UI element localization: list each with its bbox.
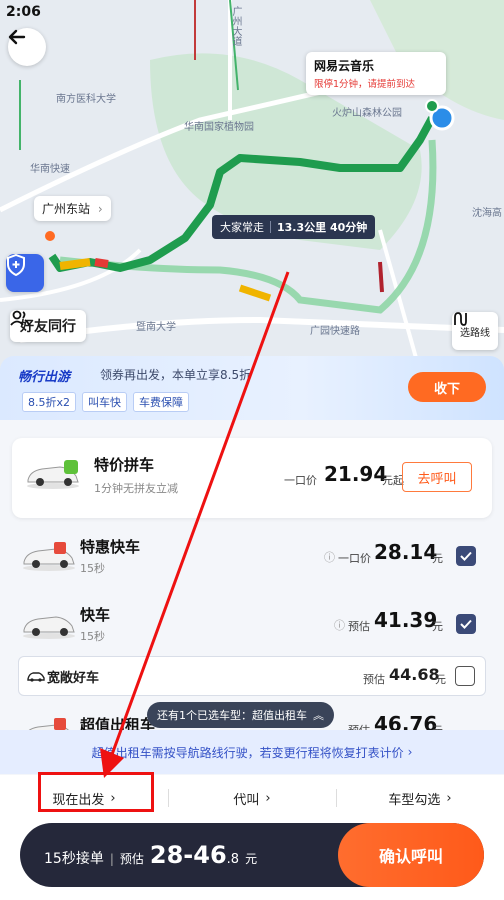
chevron-right-icon: › <box>407 745 413 759</box>
map-place: 华南快速 <box>30 164 70 175</box>
promo-tag: 叫车快 <box>82 392 128 412</box>
check-icon <box>460 551 472 561</box>
price-value: 21.94 <box>324 462 388 486</box>
pickup-time: 15秒接单 <box>44 851 104 867</box>
car-name: 特价拼车 <box>94 456 155 474</box>
price-unit: 元 <box>432 620 443 633</box>
chevron-right-icon: › <box>97 202 103 216</box>
friends-together-button[interactable]: 好友同行 <box>10 310 86 342</box>
car-option-spacious[interactable]: 宽敞好车 预估 44.68 元 <box>18 656 486 696</box>
route-tip-detail: 13.3公里 40分钟 <box>277 221 368 234</box>
taxi-notice[interactable]: 超值出租车需按导航路线行驶，若变更行程将恢复打表计价 › <box>0 730 504 774</box>
map-place: 广园快速路 <box>310 326 360 337</box>
chevron-right-icon: › <box>446 790 452 806</box>
info-icon[interactable]: ⓘ <box>334 617 345 633</box>
price-unit: 元 <box>432 552 443 565</box>
promo-banner[interactable]: 畅行出游 领券再出发，本单立享8.5折 8.5折x2 叫车快 车费保障 收下 <box>0 356 504 420</box>
price-range-unit: 元 <box>245 852 258 866</box>
price-unit: 元起 <box>382 474 404 487</box>
car-outline-icon <box>27 672 45 682</box>
map-place: 暨南大学 <box>136 322 176 333</box>
call-bar: 15秒接单 | 预估 28-46 .8 元 确认呼叫 <box>20 823 484 887</box>
safety-shield-button[interactable] <box>6 254 44 292</box>
price-range: 28-46 <box>149 841 227 869</box>
chevron-up-icon: ︽ <box>313 709 324 722</box>
car-select-label: 车型勾选 <box>388 792 441 808</box>
car-icon <box>27 460 79 489</box>
proxy-call-option[interactable]: 代叫 › <box>168 775 336 821</box>
car-checkbox[interactable] <box>455 666 475 686</box>
collect-coupon-button[interactable]: 收下 <box>408 372 486 402</box>
route-tip-tag: 大家常走 <box>220 221 264 234</box>
price-value: 41.39 <box>374 608 438 632</box>
car-option-pool[interactable]: 特价拼车 1分钟无拼友立减 一口价 21.94 元起 去呼叫 <box>12 438 492 518</box>
promo-logo: 畅行出游 <box>18 370 71 385</box>
destination-card[interactable]: 网易云音乐 限停1分钟，请提前到达 <box>306 52 446 95</box>
car-checkbox[interactable] <box>456 546 476 566</box>
info-icon[interactable]: ⓘ <box>324 549 335 565</box>
map-place: 广州大道 <box>230 6 241 46</box>
estimate-label: 预估 <box>119 852 144 866</box>
start-label-text: 广州东站 <box>42 202 91 216</box>
start-label[interactable]: 广州东站 › <box>34 196 111 221</box>
status-time: 2:06 <box>6 4 41 20</box>
people-icon <box>10 310 30 326</box>
car-icon <box>23 616 75 639</box>
promo-tag: 车费保障 <box>133 392 190 412</box>
map-place: 华南国家植物园 <box>184 122 254 133</box>
route-select-button[interactable]: 选路线 <box>452 312 498 350</box>
proxy-call-label: 代叫 <box>233 792 260 808</box>
chevron-right-icon: › <box>265 790 271 806</box>
arrow-left-icon <box>8 29 26 45</box>
route-tip: 大家常走 13.3公里 40分钟 <box>212 215 376 239</box>
car-name: 特惠快车 <box>80 538 141 556</box>
price-label: 预估 <box>348 620 370 633</box>
promo-tags: 8.5折x2 叫车快 车费保障 <box>22 392 190 412</box>
price-value: 28.14 <box>374 540 438 564</box>
confirm-call-button[interactable]: 确认呼叫 <box>338 823 484 887</box>
price-label: 一口价 <box>338 552 371 565</box>
car-sub: 1分钟无拼友立减 <box>94 482 178 495</box>
car-type-list[interactable]: 特价拼车 1分钟无拼友立减 一口价 21.94 元起 去呼叫 特惠快车 15秒 … <box>0 420 504 775</box>
car-checkbox[interactable] <box>456 614 476 634</box>
map-place: 火炉山森林公园 <box>332 108 402 119</box>
car-option-discount-express[interactable]: 特惠快车 15秒 ⓘ 一口价 28.14 元 <box>0 524 504 588</box>
price-label: 一口价 <box>284 474 317 487</box>
destination-note: 限停1分钟，请提前到达 <box>314 79 416 90</box>
more-selected-pill[interactable]: 还有1个已选车型：超值出租车 ︽ <box>147 702 334 728</box>
price-unit: 元 <box>435 673 446 686</box>
highlight-box <box>38 772 154 812</box>
map-place: 沈海高 <box>472 208 502 219</box>
map-view[interactable]: 2:06 南方医科大学 华南国家植物园 火炉山森林公园 暨南大学 广园快速路 沈… <box>0 0 504 372</box>
promo-text: 领券再出发，本单立享8.5折 <box>100 368 252 382</box>
price-label: 预估 <box>363 673 385 686</box>
check-icon <box>460 619 472 629</box>
back-button[interactable] <box>8 28 46 66</box>
price-value: 44.68 <box>389 665 440 684</box>
route-icon <box>454 312 467 326</box>
more-selected-text: 还有1个已选车型：超值出租车 <box>157 709 307 722</box>
shield-icon <box>7 254 25 276</box>
car-sub: 15秒 <box>80 562 105 575</box>
car-icon <box>23 542 75 571</box>
taxi-notice-text: 超值出租车需按导航路线行驶，若变更行程将恢复打表计价 <box>91 745 404 760</box>
car-name: 快车 <box>80 606 111 624</box>
destination-name: 网易云音乐 <box>314 59 375 73</box>
price-range-decimal: .8 <box>226 852 240 867</box>
pool-call-button[interactable]: 去呼叫 <box>402 462 472 492</box>
car-select-option[interactable]: 车型勾选 › <box>336 775 504 821</box>
car-option-express[interactable]: 快车 15秒 ⓘ 预估 41.39 元 <box>0 592 504 656</box>
map-place: 南方医科大学 <box>56 94 116 105</box>
car-sub: 15秒 <box>80 630 105 643</box>
car-name: 宽敞好车 <box>47 671 100 686</box>
price-summary: 15秒接单 | 预估 28-46 .8 元 <box>44 841 258 869</box>
promo-tag: 8.5折x2 <box>22 392 77 412</box>
bottom-bar: 15秒接单 | 预估 28-46 .8 元 确认呼叫 <box>0 821 504 900</box>
